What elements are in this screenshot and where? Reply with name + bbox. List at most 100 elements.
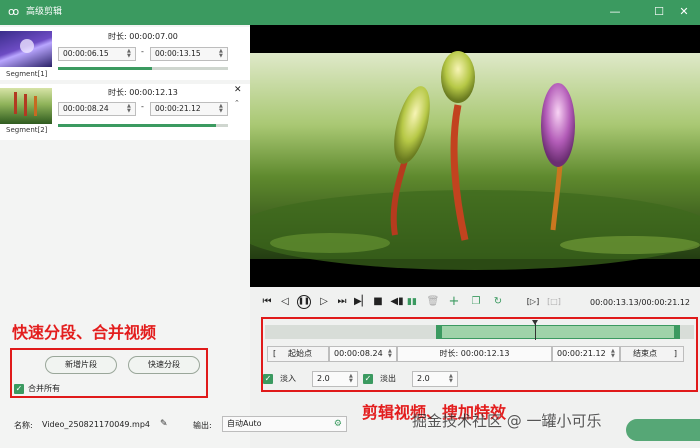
edit-name-icon[interactable]: ✎ — [160, 419, 170, 429]
water-surface — [250, 190, 700, 270]
split-icon[interactable]: ▮▮ — [405, 295, 419, 309]
range-separator: - — [141, 47, 144, 56]
add-segment-button[interactable]: 新增片段 — [45, 356, 117, 374]
selection-start-handle[interactable] — [436, 325, 442, 339]
maximize-button[interactable]: ☐ — [650, 4, 668, 20]
overlay-caption-split: 快速分段、合并视频 — [12, 323, 157, 342]
highlight-box: 新增片段 快速分段 ✓ 合并所有 — [10, 348, 208, 398]
spinner-icon[interactable]: ▲ ▼ — [349, 374, 355, 384]
merge-all-label: 合并所有 — [28, 384, 60, 393]
set-end-label: 结束点 — [633, 349, 657, 358]
spinner-icon[interactable]: ▲ ▼ — [219, 49, 225, 59]
playhead[interactable] — [532, 320, 539, 340]
set-end-icon[interactable]: ▶▏ — [354, 295, 369, 309]
spinner-icon[interactable]: ▲ ▼ — [127, 104, 133, 114]
segment-progress-track — [58, 124, 228, 127]
leaf — [270, 233, 390, 253]
set-start-button[interactable]: [ 起始点 — [267, 346, 329, 362]
start-time-input[interactable]: 00:00:08.24 ▲ ▼ — [329, 346, 397, 362]
timeline-selection[interactable] — [436, 325, 680, 339]
fade-out-checkbox[interactable]: ✓ — [363, 374, 373, 384]
spinner-icon[interactable]: ▲ ▼ — [388, 349, 394, 359]
bracket-left: [ — [273, 349, 277, 358]
volume-icon[interactable]: ◀▮ — [390, 295, 404, 309]
mark-in-icon[interactable]: [▷] — [526, 295, 540, 309]
set-end-button[interactable]: 结束点 ] — [620, 346, 684, 362]
start-button-partial[interactable] — [626, 419, 700, 441]
trash-icon[interactable]: 🗑 — [426, 295, 440, 309]
pause-icon[interactable]: ❚❚ — [297, 295, 311, 309]
bud-3 — [541, 83, 575, 167]
thumbnail-highlight — [20, 39, 34, 53]
segment-item[interactable]: Segment[1] 时长: 00:00:07.00 00:00:06.15 ▲… — [0, 27, 250, 80]
minimize-button[interactable]: — — [606, 4, 624, 20]
skip-end-icon[interactable]: ⏭ — [335, 295, 349, 309]
fade-in-label: 淡入 — [280, 374, 296, 383]
close-button[interactable]: ✕ — [675, 4, 693, 20]
step-back-icon[interactable]: ◁ — [278, 295, 292, 309]
video-frame — [250, 51, 700, 270]
step-forward-icon[interactable]: ▷ — [317, 295, 331, 309]
fade-out-label: 淡出 — [380, 374, 396, 383]
playhead-marker — [532, 320, 539, 325]
segment-start-input[interactable]: 00:00:06.15 ▲ ▼ — [58, 47, 136, 61]
output-path-field[interactable]: 自动Auto ⚙ — [222, 416, 347, 432]
title-bar: ꝏ 高级剪辑 — ☐ ✕ — [0, 0, 700, 25]
refresh-icon[interactable]: ↻ — [491, 295, 505, 309]
range-separator: - — [141, 102, 144, 111]
spinner-icon[interactable]: ▲ ▼ — [611, 349, 617, 359]
spinner-icon[interactable]: ▲ ▼ — [219, 104, 225, 114]
settings-gear-icon[interactable]: ⚙ — [334, 417, 342, 431]
watermark-text: 掘金技术社区 @ 一罐小可乐 — [412, 412, 602, 430]
stop-icon[interactable]: ■ — [371, 295, 385, 309]
segment-duration: 时长: 00:00:07.00 — [108, 32, 178, 41]
skip-start-icon[interactable]: ⏮ — [260, 295, 274, 309]
bracket-right: ] — [673, 349, 677, 358]
segment-duration: 时长: 00:00:12.13 — [108, 88, 178, 97]
mark-out-icon[interactable]: [□] — [547, 295, 561, 309]
segment-start-value: 00:00:06.15 — [63, 49, 109, 58]
app-logo-icon: ꝏ — [8, 5, 20, 18]
segment-end-input[interactable]: 00:00:21.12 ▲ ▼ — [150, 102, 228, 116]
fade-in-value: 2.0 — [317, 374, 330, 383]
selection-end-handle[interactable] — [674, 325, 680, 339]
segment-end-input[interactable]: 00:00:13.15 ▲ ▼ — [150, 47, 228, 61]
segment-end-value: 00:00:13.15 — [155, 49, 201, 58]
name-label: 名称: — [14, 421, 33, 430]
spinner-icon[interactable]: ▲ ▼ — [449, 374, 455, 384]
segment-progress-fill — [58, 67, 152, 70]
fade-out-input[interactable]: 2.0 ▲ ▼ — [412, 371, 458, 387]
copy-icon[interactable]: ❐ — [469, 295, 483, 309]
window-title: 高级剪辑 — [26, 7, 63, 17]
highlight-box: [ 起始点 00:00:08.24 ▲ ▼ 时长: 00:00:12.13 00:… — [261, 317, 698, 392]
thumbnail-stem — [24, 94, 27, 116]
duration-display: 时长: 00:00:12.13 — [397, 346, 552, 362]
segment-panel: Segment[1] 时长: 00:00:07.00 00:00:06.15 ▲… — [0, 25, 250, 448]
output-label: 输出: — [193, 421, 212, 430]
spinner-icon[interactable]: ▲ ▼ — [127, 49, 133, 59]
timeline-track[interactable] — [265, 320, 694, 340]
collapse-chevron-icon[interactable]: ⌃ — [234, 98, 244, 108]
segment-thumbnail — [0, 88, 52, 124]
set-start-label: 起始点 — [288, 349, 312, 358]
quick-split-button[interactable]: 快速分段 — [128, 356, 200, 374]
fade-in-input[interactable]: 2.0 ▲ ▼ — [312, 371, 358, 387]
fade-out-value: 2.0 — [417, 374, 430, 383]
add-icon[interactable]: + — [447, 295, 461, 309]
segment-label: Segment[1] — [6, 70, 48, 78]
segment-item[interactable]: Segment[2] 时长: 00:00:12.13 ✕ ⌃ 00:00:08.… — [0, 84, 250, 140]
thumbnail-stem — [14, 92, 17, 114]
remove-segment-icon[interactable]: ✕ — [234, 85, 244, 95]
segment-start-input[interactable]: 00:00:08.24 ▲ ▼ — [58, 102, 136, 116]
segment-progress-fill — [58, 124, 217, 127]
segment-thumbnail — [0, 31, 52, 67]
output-filename: Video_250821170049.mp4 — [42, 420, 150, 429]
video-preview[interactable] — [250, 25, 700, 287]
end-time-input[interactable]: 00:00:21.12 ▲ ▼ — [552, 346, 620, 362]
segment-start-value: 00:00:08.24 — [63, 104, 109, 113]
output-path-value: 自动Auto — [227, 419, 262, 428]
time-display: 00:00:13.13/00:00:21.12 — [590, 298, 690, 307]
fade-in-checkbox[interactable]: ✓ — [263, 374, 273, 384]
merge-all-checkbox[interactable]: ✓ — [14, 384, 24, 394]
end-time-value: 00:00:21.12 — [557, 349, 606, 358]
